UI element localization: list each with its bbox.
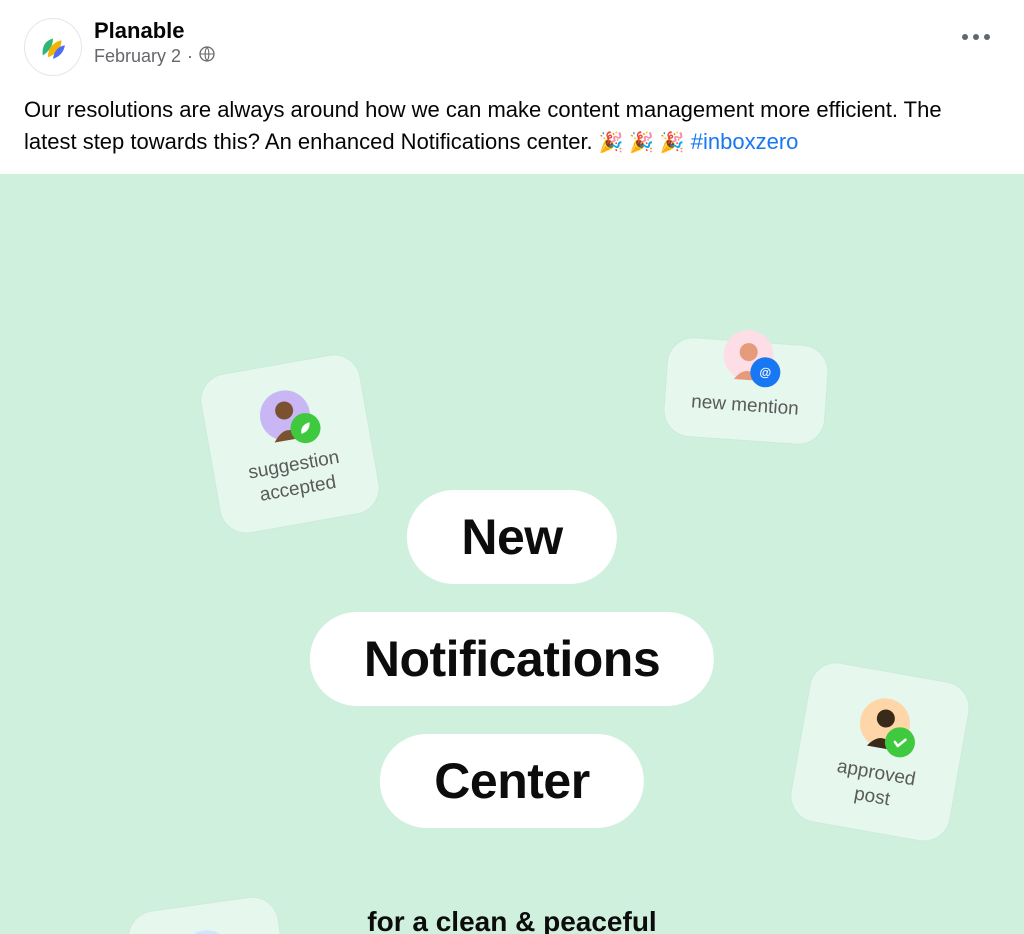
card-jane-joined: Jane joined Workspace <box>126 894 297 934</box>
globe-icon[interactable] <box>199 46 215 67</box>
hero-pill-1: New <box>407 490 616 584</box>
avatar-icon <box>179 927 235 934</box>
hashtag-link[interactable]: #inboxzero <box>691 129 799 154</box>
card-label: approved post <box>815 752 934 818</box>
dot-separator: · <box>187 46 193 67</box>
hero-title-stack: New Notifications Center <box>310 490 714 828</box>
post-submeta: February 2 · <box>94 46 956 67</box>
tagline-line-1: for a clean & peaceful <box>367 902 656 934</box>
card-approved-post: approved post <box>787 659 972 844</box>
hero-tagline: for a clean & peaceful "Inbox zero" mome… <box>367 902 656 934</box>
post-header: Planable February 2 · <box>0 0 1024 86</box>
author-avatar[interactable] <box>24 18 82 76</box>
svg-text:@: @ <box>759 365 772 380</box>
hero-pill-2: Notifications <box>310 612 714 706</box>
card-label: suggestion accepted <box>237 444 356 510</box>
more-options-button[interactable] <box>956 28 996 46</box>
post-date[interactable]: February 2 <box>94 46 181 67</box>
card-new-mention: @ new mention <box>663 336 829 445</box>
party-emoji: 🎉 🎉 🎉 <box>599 132 685 154</box>
post-image[interactable]: New Notifications Center for a clean & p… <box>0 174 1024 934</box>
card-label: new mention <box>690 390 799 421</box>
social-post: Planable February 2 · Our resolutions ar… <box>0 0 1024 930</box>
hero-pill-3: Center <box>380 734 643 828</box>
post-body-text: Our resolutions are always around how we… <box>24 97 942 154</box>
post-body: Our resolutions are always around how we… <box>0 86 1024 174</box>
author-name[interactable]: Planable <box>94 18 956 44</box>
planable-logo-icon <box>36 30 70 64</box>
post-meta: Planable February 2 · <box>94 18 956 67</box>
card-suggestion-accepted: suggestion accepted <box>197 351 382 536</box>
at-icon: @ <box>749 356 781 388</box>
